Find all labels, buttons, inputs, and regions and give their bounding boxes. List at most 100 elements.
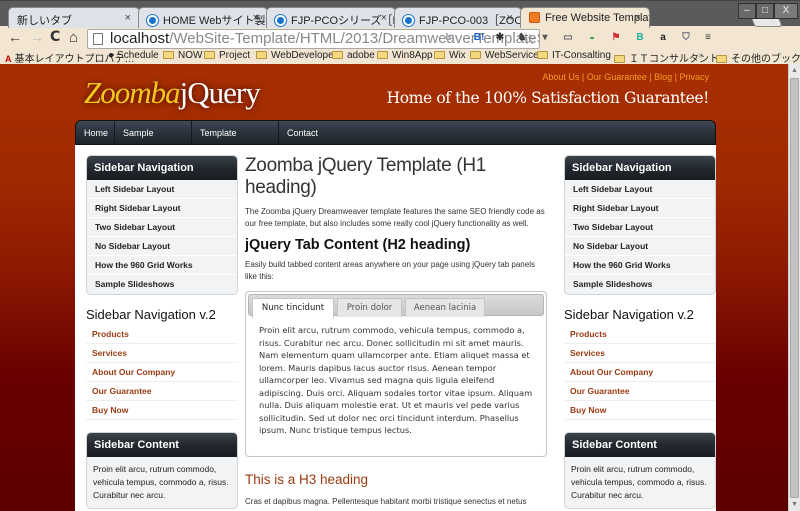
globe-icon bbox=[403, 15, 414, 26]
shield-icon[interactable]: ⛉ bbox=[679, 31, 693, 45]
page-content: Sidebar Navigation Left Sidebar Layout R… bbox=[75, 145, 716, 511]
sidebar2-item-about[interactable]: About Our Company bbox=[86, 363, 238, 382]
globe-icon bbox=[275, 15, 286, 26]
sidebar2-item-services[interactable]: Services bbox=[564, 344, 716, 363]
tab-aenean-lacinia[interactable]: Aenean lacinia bbox=[405, 298, 485, 317]
right-sidebar: Sidebar Navigation Left Sidebar Layout R… bbox=[564, 155, 716, 509]
sidebar-item-no-layout[interactable]: No Sidebar Layout bbox=[87, 237, 237, 256]
top-link-privacy[interactable]: Privacy bbox=[679, 72, 709, 82]
sidebar-item-960-grid[interactable]: How the 960 Grid Works bbox=[87, 256, 237, 275]
sidebar-item-right-layout[interactable]: Right Sidebar Layout bbox=[565, 199, 715, 218]
tab-nunc-tincidunt[interactable]: Nunc tincidunt bbox=[252, 298, 334, 318]
in-icon[interactable]: In bbox=[443, 31, 457, 45]
browser-tab[interactable]: FJP-PCO-003［ZOOMBA × bbox=[394, 7, 522, 28]
close-icon[interactable]: × bbox=[507, 12, 513, 24]
tab-proin-dolor[interactable]: Proin dolor bbox=[337, 298, 402, 317]
jquery-tabs: Nunc tincidunt Proin dolor Aenean lacini… bbox=[245, 291, 547, 457]
nav-home[interactable]: Home bbox=[76, 121, 115, 145]
gear-icon[interactable]: ✱ bbox=[493, 31, 507, 45]
sidebar2-item-services[interactable]: Services bbox=[86, 344, 238, 363]
folder-icon bbox=[163, 51, 174, 59]
close-icon[interactable]: × bbox=[381, 12, 387, 24]
h3-paragraph: Cras et dapibus magna. Pellentesque habi… bbox=[245, 497, 527, 506]
separator: | bbox=[579, 72, 587, 82]
top-link-guarantee[interactable]: Our Guarantee bbox=[587, 72, 647, 82]
sidebar-item-left-layout[interactable]: Left Sidebar Layout bbox=[87, 180, 237, 199]
browser-tab[interactable]: 新しいタブ × bbox=[8, 7, 140, 28]
amazon-icon[interactable]: a bbox=[656, 31, 670, 45]
sidebar2-item-products[interactable]: Products bbox=[86, 325, 238, 344]
browser-chrome: 新しいタブ × HOME Webサイト製品カタロ × FJP-PCOシリーズ［P… bbox=[0, 0, 800, 65]
bookmark-item[interactable]: ● Schedule bbox=[108, 50, 159, 61]
bookmark-item[interactable]: Win8App bbox=[377, 50, 433, 61]
adobe-icon: A bbox=[5, 54, 12, 64]
green-extension-icon[interactable]: ◒ bbox=[585, 31, 599, 45]
sidebar-nav2-title: Sidebar Navigation v.2 bbox=[564, 307, 694, 322]
close-icon[interactable]: × bbox=[635, 12, 641, 24]
minimize-button[interactable]: – bbox=[738, 3, 756, 19]
teal-b-icon[interactable]: B bbox=[633, 31, 647, 45]
close-icon[interactable]: × bbox=[125, 12, 131, 24]
browser-tab[interactable]: FJP-PCOシリーズ［PCサイト × bbox=[266, 7, 396, 28]
maximize-button[interactable]: □ bbox=[756, 3, 774, 19]
nav-sample-menu[interactable]: Sample Menu▼ bbox=[115, 121, 192, 162]
bookmark-item[interactable]: Project bbox=[204, 50, 250, 61]
sidebar2-item-guarantee[interactable]: Our Guarantee bbox=[564, 382, 716, 401]
folder-icon bbox=[434, 51, 445, 59]
sidebar-nav-title: Sidebar Navigation bbox=[565, 156, 715, 180]
bookmark-item[interactable]: adobe bbox=[332, 50, 375, 61]
site-tagline: Home of the 100% Satisfaction Guarantee! bbox=[386, 89, 710, 107]
sidebar-item-slideshows[interactable]: Sample Slideshows bbox=[87, 275, 237, 294]
apple-icon: ● bbox=[108, 50, 115, 61]
nav-template-pages[interactable]: Template Pages▼ bbox=[192, 121, 279, 162]
menu-icon[interactable]: ≡ bbox=[701, 31, 715, 45]
sidebar-item-no-layout[interactable]: No Sidebar Layout bbox=[565, 237, 715, 256]
nav-contact[interactable]: Contact bbox=[279, 121, 326, 145]
close-icon[interactable]: × bbox=[253, 12, 259, 24]
translate-pdf-icon[interactable]: ⚑ bbox=[609, 31, 623, 45]
sidebar-content-title: Sidebar Content bbox=[87, 433, 237, 457]
sidebar-item-left-layout[interactable]: Left Sidebar Layout bbox=[565, 180, 715, 199]
top-link-about[interactable]: About Us bbox=[542, 72, 579, 82]
sidebar2-item-buy-now[interactable]: Buy Now bbox=[564, 401, 716, 420]
sidebar-content-title: Sidebar Content bbox=[565, 433, 715, 457]
sidebar-item-960-grid[interactable]: How the 960 Grid Works bbox=[565, 256, 715, 275]
sidebar-item-two-layout[interactable]: Two Sidebar Layout bbox=[87, 218, 237, 237]
sidebar2-item-guarantee[interactable]: Our Guarantee bbox=[86, 382, 238, 401]
other-bookmarks[interactable]: その他のブックマーク bbox=[716, 50, 800, 65]
scroll-down-arrow-icon[interactable]: ▼ bbox=[791, 501, 798, 508]
evernote-icon[interactable]: ♞ bbox=[515, 31, 529, 45]
bookmark-item[interactable]: WebService bbox=[470, 50, 539, 61]
scrollbar-thumb[interactable] bbox=[790, 78, 799, 498]
bookmark-item[interactable]: IT-Consalting bbox=[537, 50, 611, 61]
back-icon[interactable]: ← bbox=[8, 29, 22, 45]
bookmark-item[interactable]: NOW bbox=[163, 50, 202, 61]
pocket-icon[interactable]: ▾ bbox=[538, 31, 552, 45]
top-link-blog[interactable]: Blog bbox=[654, 72, 672, 82]
sidebar2-item-buy-now[interactable]: Buy Now bbox=[86, 401, 238, 420]
page-h2: jQuery Tab Content (H2 heading) bbox=[245, 237, 471, 253]
home-icon[interactable]: ⌂ bbox=[69, 29, 78, 46]
sidebar2-item-about[interactable]: About Our Company bbox=[564, 363, 716, 382]
reload-icon[interactable]: C bbox=[50, 29, 60, 45]
sidebar-navigation: Sidebar Navigation Left Sidebar Layout R… bbox=[564, 155, 716, 295]
bookmarks-overflow-button[interactable]: » bbox=[698, 50, 704, 61]
browser-tab[interactable]: HOME Webサイト製品カタロ × bbox=[138, 7, 268, 28]
left-sidebar: Sidebar Navigation Left Sidebar Layout R… bbox=[86, 155, 238, 509]
hatena-bookmark-icon[interactable]: B! bbox=[472, 31, 486, 45]
site-logo[interactable]: ZoombajQuery bbox=[84, 75, 261, 111]
page-scrollbar[interactable]: ▲ ▼ bbox=[788, 64, 800, 511]
bookmark-item[interactable]: Wix bbox=[434, 50, 466, 61]
sidebar-item-slideshows[interactable]: Sample Slideshows bbox=[565, 275, 715, 294]
main-nav: Home Sample Menu▼ Template Pages▼ Contac… bbox=[75, 120, 716, 162]
tab-strip: 新しいタブ × HOME Webサイト製品カタロ × FJP-PCOシリーズ［P… bbox=[0, 0, 800, 28]
sidebar-item-two-layout[interactable]: Two Sidebar Layout bbox=[565, 218, 715, 237]
sidebar-item-right-layout[interactable]: Right Sidebar Layout bbox=[87, 199, 237, 218]
sidebar2-item-products[interactable]: Products bbox=[564, 325, 716, 344]
scroll-up-arrow-icon[interactable]: ▲ bbox=[791, 67, 798, 74]
browser-tab-active[interactable]: Free Website Template × bbox=[520, 7, 650, 28]
bookmark-item[interactable]: WebDeveloper bbox=[256, 50, 337, 61]
forward-icon[interactable]: → bbox=[30, 29, 44, 45]
close-window-button[interactable]: X bbox=[774, 3, 798, 19]
cast-icon[interactable]: ▭ bbox=[561, 31, 575, 45]
